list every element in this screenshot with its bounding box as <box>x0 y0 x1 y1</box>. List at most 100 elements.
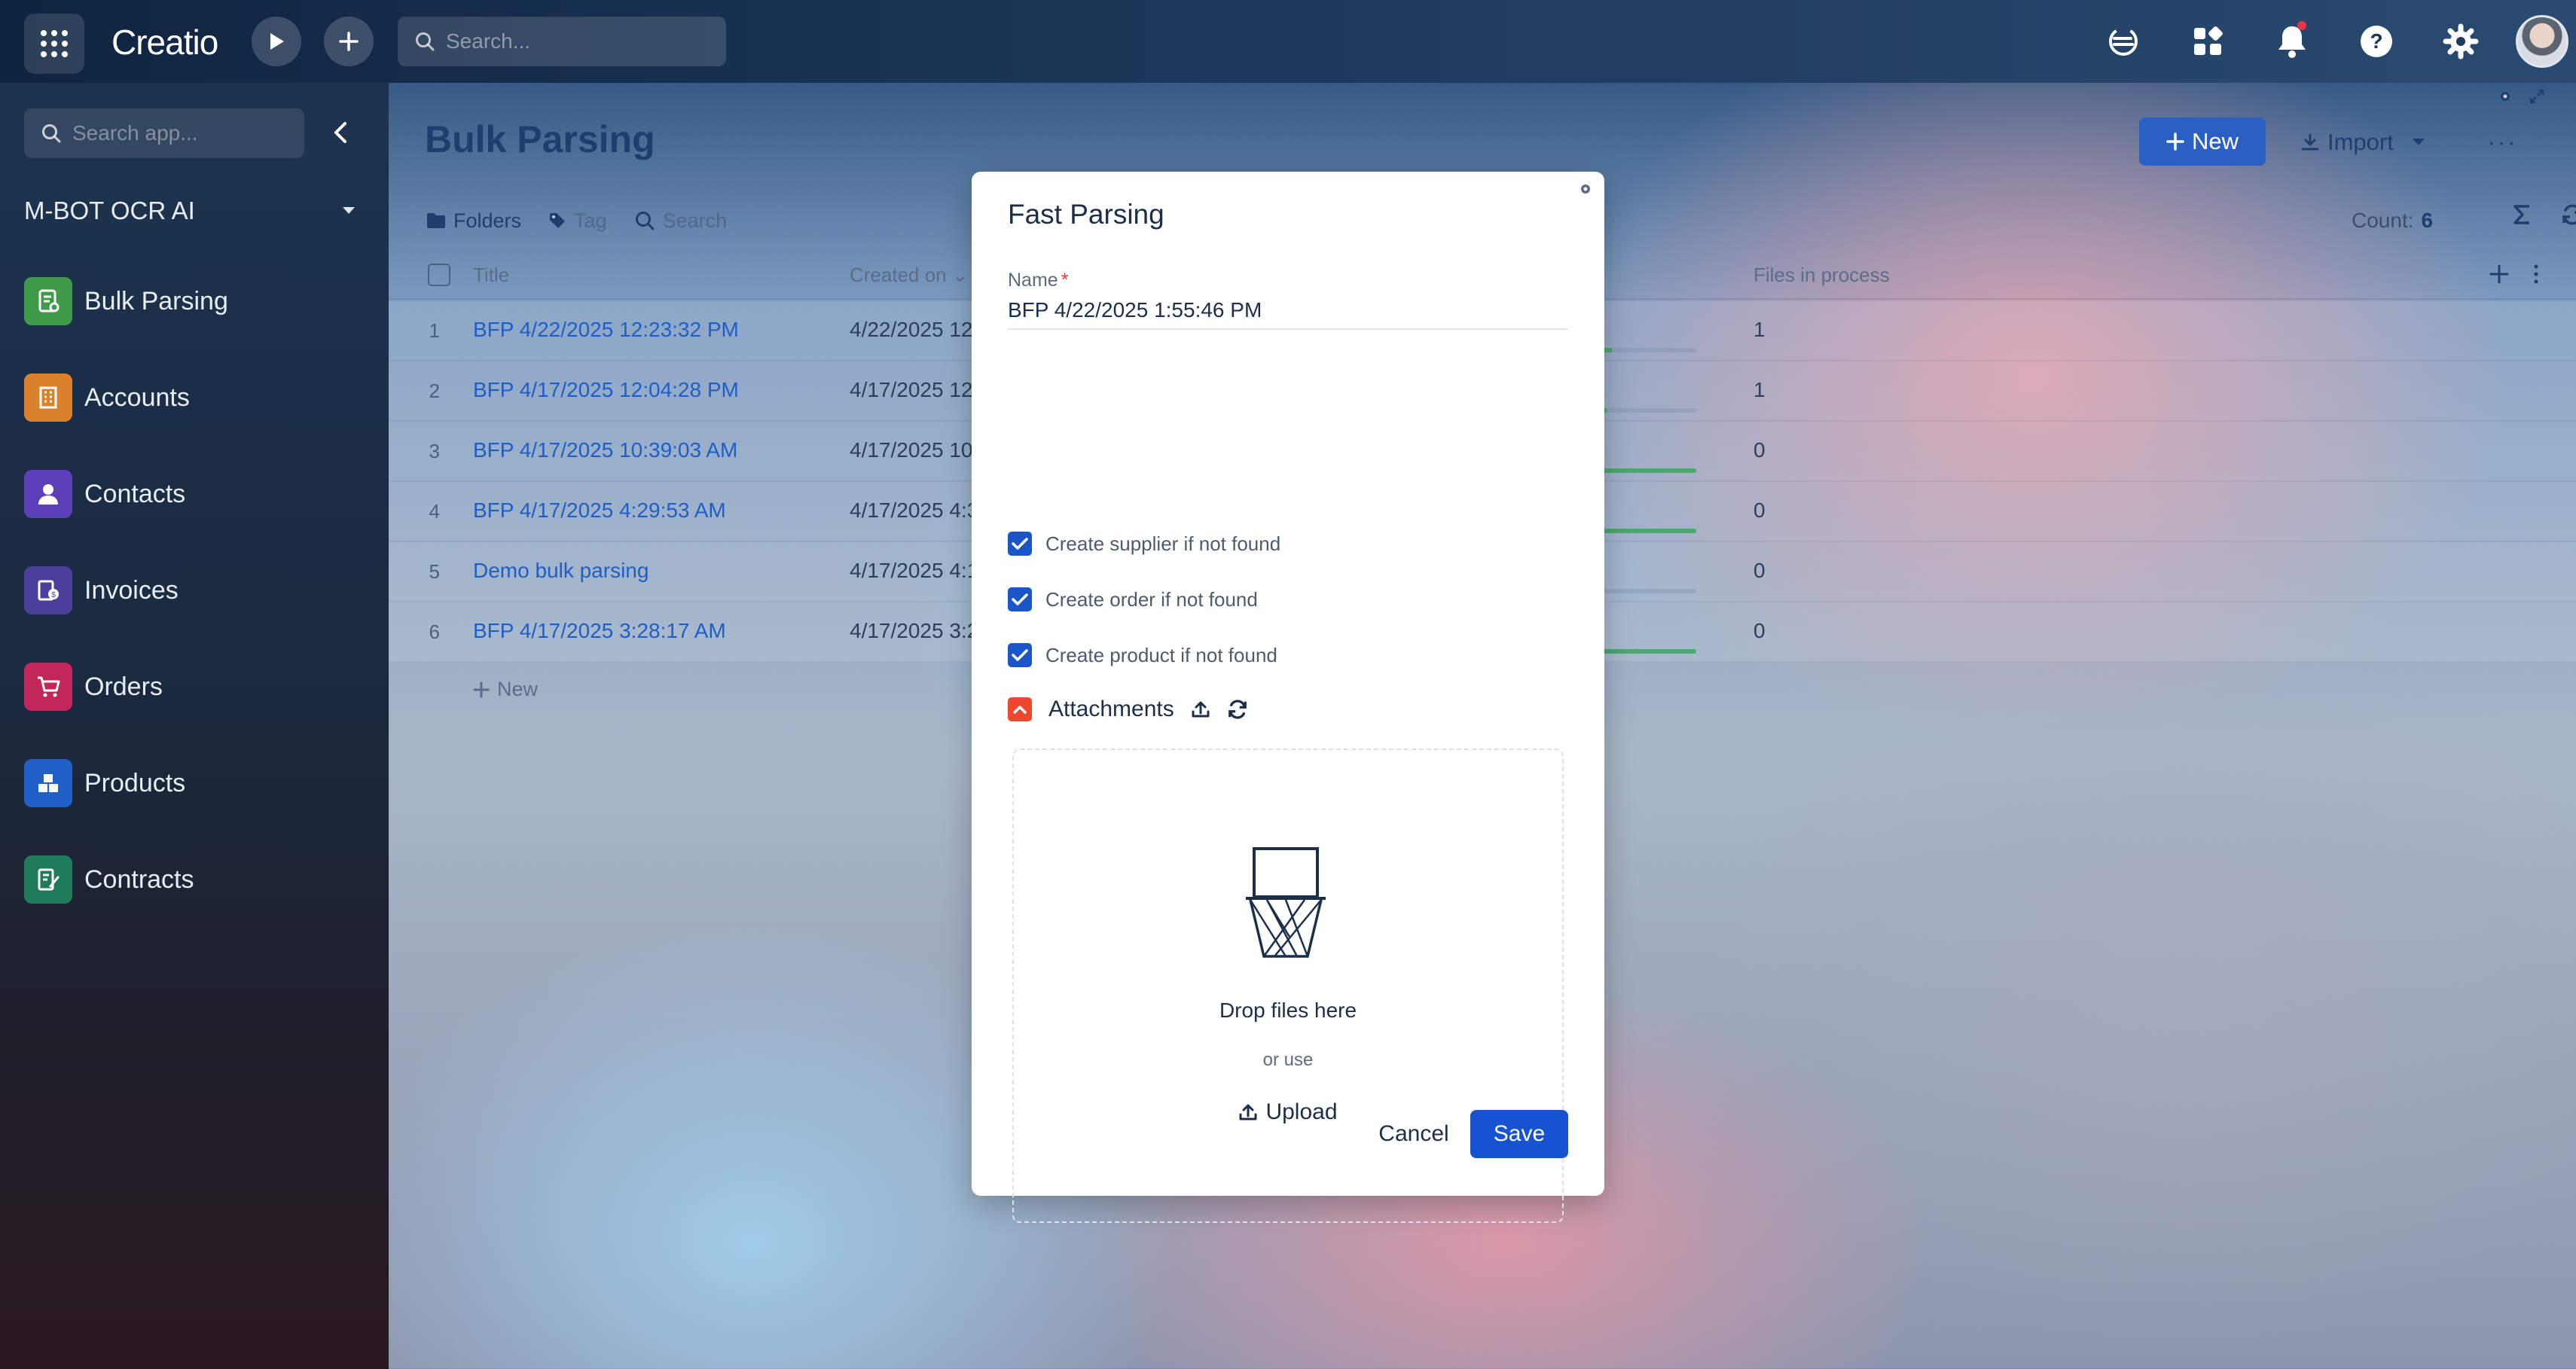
row-number: 3 <box>429 440 440 462</box>
row-number: 2 <box>429 380 440 402</box>
sidebar-item-contacts[interactable]: Contacts <box>24 462 356 526</box>
check-icon <box>1012 593 1028 605</box>
required-marker: * <box>1061 270 1069 291</box>
save-button[interactable]: Save <box>1470 1110 1568 1158</box>
caret-down-icon <box>343 207 355 214</box>
create-supplier-option[interactable]: Create supplier if not found <box>1008 529 1280 559</box>
create-product-option[interactable]: Create product if not found <box>1008 640 1277 670</box>
creatio-logo: Creatio <box>111 23 218 62</box>
column-header-title[interactable]: Title <box>473 264 509 287</box>
sidebar-item-bulk-parsing[interactable]: Bulk Parsing <box>24 270 356 333</box>
or-use-text: or use <box>1262 1050 1314 1070</box>
cancel-button[interactable]: Cancel <box>1345 1110 1482 1158</box>
gear-icon[interactable] <box>2498 89 2513 104</box>
contract-icon <box>24 855 72 904</box>
panel-corner-controls <box>2498 89 2544 104</box>
upload-icon[interactable] <box>1191 700 1210 719</box>
row-files-in-process: 0 <box>1753 438 1766 462</box>
app-search[interactable] <box>24 108 304 158</box>
attachments-collapse-toggle[interactable] <box>1008 697 1032 721</box>
tag-button[interactable]: Tag <box>548 209 607 233</box>
new-record-button[interactable]: New <box>2139 117 2266 166</box>
global-search[interactable] <box>398 17 726 66</box>
add-row-label: New <box>497 678 539 700</box>
import-button[interactable]: Import <box>2300 122 2425 163</box>
row-title-link[interactable]: BFP 4/22/2025 12:23:32 PM <box>473 318 739 342</box>
sidebar-item-products[interactable]: Products <box>24 752 356 815</box>
row-files-in-process: 0 <box>1753 619 1766 642</box>
expand-icon[interactable] <box>2529 89 2544 104</box>
row-title-link[interactable]: BFP 4/17/2025 10:39:03 AM <box>473 438 737 462</box>
row-progress-bar <box>1591 348 1696 352</box>
create-product-label: Create product if not found <box>1045 643 1277 666</box>
gear-icon[interactable] <box>1579 182 1592 196</box>
name-field-label: Name * <box>1008 270 1068 291</box>
refresh-icon[interactable] <box>2561 203 2576 226</box>
sidebar-item-orders[interactable]: Orders <box>24 655 356 718</box>
row-progress-bar <box>1591 408 1696 413</box>
more-actions-button[interactable]: ··· <box>2487 128 2517 157</box>
tag-label: Tag <box>574 209 607 232</box>
dialog-title: Fast Parsing <box>1008 199 1164 230</box>
list-toolbar: Folders Tag Search <box>426 202 727 239</box>
user-avatar[interactable] <box>2516 15 2568 68</box>
row-number: 4 <box>429 500 440 523</box>
sigma-icon[interactable] <box>2513 204 2531 225</box>
create-order-option[interactable]: Create order if not found <box>1008 584 1258 614</box>
row-title-link[interactable]: Demo bulk parsing <box>473 559 649 583</box>
column-menu-icon[interactable] <box>2532 264 2540 285</box>
play-icon <box>270 33 284 50</box>
folders-button[interactable]: Folders <box>426 209 521 233</box>
row-title-link[interactable]: BFP 4/17/2025 4:29:53 AM <box>473 499 726 523</box>
select-all-checkbox[interactable] <box>428 264 450 286</box>
new-button-label: New <box>2191 128 2239 154</box>
add-row-button[interactable]: New <box>473 678 538 701</box>
app-search-input[interactable] <box>72 121 298 145</box>
apps-icon <box>2194 26 2223 55</box>
sidebar-item-label: Products <box>84 768 186 797</box>
copilot-icon <box>2109 27 2138 56</box>
name-field[interactable] <box>1008 292 1568 330</box>
row-created-on: 4/17/2025 4:1 <box>850 559 979 582</box>
help-button[interactable]: ? <box>2352 17 2401 66</box>
boxes-icon <box>24 759 72 807</box>
sidebar-item-label: Contracts <box>84 864 194 894</box>
create-order-checkbox[interactable] <box>1008 587 1032 611</box>
create-supplier-checkbox[interactable] <box>1008 532 1032 556</box>
row-number: 6 <box>429 620 440 643</box>
row-created-on: 4/17/2025 3:2 <box>850 619 979 642</box>
svg-text:?: ? <box>2370 29 2382 53</box>
chevron-left-icon <box>334 122 346 143</box>
chevron-up-icon <box>1013 706 1027 714</box>
apps-catalog-button[interactable] <box>2183 17 2233 66</box>
ai-assistant-button[interactable] <box>2098 17 2148 66</box>
workspace-selector[interactable]: M-BOT OCR AI <box>24 188 356 233</box>
tag-icon <box>550 213 566 228</box>
column-header-created-on[interactable]: Created on ⌄ <box>850 264 969 287</box>
create-order-label: Create order if not found <box>1045 587 1258 611</box>
column-header-files-in-process[interactable]: Files in process <box>1753 264 1890 287</box>
add-column-icon[interactable] <box>2489 264 2510 285</box>
chevron-down-icon: ⌄ <box>951 264 969 286</box>
count-value: 6 <box>2421 209 2434 232</box>
settings-button[interactable] <box>2436 17 2486 66</box>
sidebar-item-contracts[interactable]: Contracts <box>24 848 356 911</box>
app-launcher-button[interactable] <box>24 14 84 74</box>
search-icon <box>42 124 61 143</box>
quick-add-button[interactable] <box>324 17 374 66</box>
sidebar-item-accounts[interactable]: Accounts <box>24 366 356 429</box>
column-header-label: Created on <box>850 264 947 286</box>
refresh-icon[interactable] <box>1227 699 1248 720</box>
row-title-link[interactable]: BFP 4/17/2025 3:28:17 AM <box>473 619 726 643</box>
page-title: Bulk Parsing <box>425 118 655 160</box>
cart-icon <box>24 663 72 711</box>
collapse-sidebar-button[interactable] <box>324 116 357 149</box>
run-process-button[interactable] <box>252 17 301 66</box>
list-search[interactable]: Search <box>634 209 727 233</box>
global-search-input[interactable] <box>446 29 702 53</box>
notifications-button[interactable] <box>2267 17 2317 66</box>
attachments-label: Attachments <box>1048 697 1174 721</box>
sidebar-item-invoices[interactable]: $ Invoices <box>24 559 356 622</box>
row-title-link[interactable]: BFP 4/17/2025 12:04:28 PM <box>473 378 739 402</box>
create-product-checkbox[interactable] <box>1008 643 1032 667</box>
